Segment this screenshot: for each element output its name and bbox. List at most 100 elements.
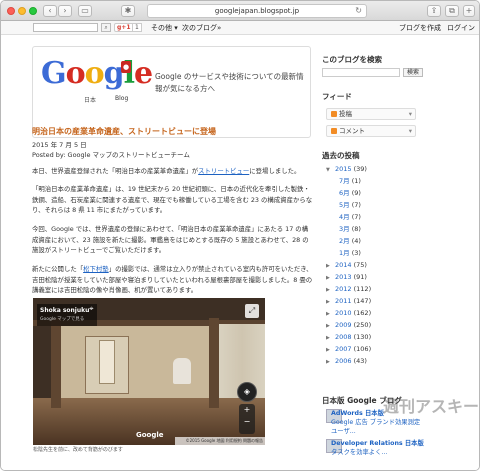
archive-label[interactable]: 2007 <box>335 345 352 353</box>
archive-month-item[interactable]: 5月 (7) <box>339 200 361 210</box>
back-button[interactable]: ‹ <box>43 5 57 17</box>
post-title[interactable]: 明治日本の産業革命遺産、ストリートビューに登場 <box>32 126 216 137</box>
blog-list-item[interactable]: Developer Relations 日本版 タスクを効率よく... <box>331 439 424 457</box>
blog-desc[interactable]: タスクを効率よく... <box>331 448 424 457</box>
navbar-login-link[interactable]: ログイン <box>447 23 475 33</box>
gplus-button[interactable]: g+1 <box>114 23 134 32</box>
navbar-next-blog-link[interactable]: 次のブログ» <box>182 23 221 33</box>
archive-month-item[interactable]: 1月 (3) <box>339 248 361 258</box>
archive-count: (7) <box>351 201 361 209</box>
archive-label[interactable]: 2015 <box>335 165 352 173</box>
archive-year-item[interactable]: ▶ 2011 (147) <box>326 296 371 307</box>
blog-desc[interactable]: Google 広告 ブランド効果測定 <box>331 418 420 427</box>
browser-toolbar: ‹ › ▭ ✱ googlejapan.blogspot.jp ↻ ⇪ ⧉ + <box>1 1 479 21</box>
navbar-search-input[interactable] <box>33 23 98 32</box>
archive-label[interactable]: 2006 <box>335 357 352 365</box>
archive-label[interactable]: 2010 <box>335 309 352 317</box>
fullscreen-button[interactable]: ⤢ <box>245 304 259 318</box>
zoom-controls: + − <box>239 404 255 434</box>
triangle-right-icon[interactable]: ▶ <box>326 309 335 319</box>
archive-year-item[interactable]: ▶ 2014 (75) <box>326 260 367 271</box>
archive-year-item[interactable]: ▶ 2009 (250) <box>326 320 371 331</box>
blog-search-input[interactable] <box>322 68 400 77</box>
triangle-right-icon[interactable]: ▶ <box>326 345 335 355</box>
feed-posts-dropdown[interactable]: 投稿 ▾ <box>326 108 416 120</box>
minimize-window-button[interactable] <box>18 7 26 15</box>
navbar-search-button[interactable]: ⌕ <box>101 23 111 32</box>
p1-text-b: に登場しました。 <box>249 167 301 175</box>
archive-widget-title: 過去の投稿 <box>322 151 360 160</box>
archive-label[interactable]: 2009 <box>335 321 352 329</box>
archive-label[interactable]: 5月 <box>339 201 350 209</box>
archive-year-item[interactable]: ▶ 2010 (162) <box>326 308 371 319</box>
triangle-right-icon[interactable]: ▶ <box>326 273 335 283</box>
blog-desc[interactable]: ユーザ... <box>331 427 420 436</box>
archive-count: (162) <box>353 309 372 317</box>
navbar-create-blog-link[interactable]: ブログを作成 <box>399 23 441 33</box>
archive-month-item[interactable]: 2月 (4) <box>339 236 361 246</box>
blog-search-button[interactable]: 検索 <box>403 68 424 77</box>
hanging-scroll <box>99 340 115 384</box>
navbar-more-link[interactable]: その他 ▾ <box>151 23 178 33</box>
archive-count: (3) <box>351 249 361 257</box>
archive-year-item[interactable]: ▶ 2012 (112) <box>326 284 371 295</box>
shoka-sonjuku-link[interactable]: 松下村塾 <box>83 265 109 273</box>
triangle-right-icon[interactable]: ▶ <box>326 285 335 295</box>
archive-label[interactable]: 2008 <box>335 333 352 341</box>
streetview-embed[interactable]: Shoka sonjuku Google マップで見る ⌖ ⤢ ◈ + − Go… <box>33 298 265 445</box>
new-tab-button[interactable]: + <box>463 5 475 17</box>
archive-month-item[interactable]: 6月 (9) <box>339 188 361 198</box>
share-button[interactable]: ⇪ <box>427 5 441 17</box>
triangle-right-icon[interactable]: ▶ <box>326 333 335 343</box>
archive-month-item[interactable]: 7月 (1) <box>339 176 361 186</box>
sidebar-toggle-button[interactable]: ▭ <box>78 5 92 17</box>
blog-name[interactable]: Developer Relations 日本版 <box>331 439 424 448</box>
p1-text-a: 本日、世界遺産登録された「明治日本の産業革命遺産」が <box>32 167 199 175</box>
archive-label[interactable]: 2014 <box>335 261 352 269</box>
compass-icon[interactable]: ◈ <box>237 382 257 402</box>
triangle-right-icon[interactable]: ▶ <box>326 357 335 367</box>
archive-year-item[interactable]: ▶ 2013 (91) <box>326 272 367 283</box>
browser-window: ‹ › ▭ ✱ googlejapan.blogspot.jp ↻ ⇪ ⧉ + … <box>0 0 480 471</box>
chevron-down-icon: ▾ <box>408 127 412 135</box>
archive-label[interactable]: 4月 <box>339 213 350 221</box>
archive-month-item[interactable]: 3月 (8) <box>339 224 361 234</box>
japan-flag-icon: ● <box>121 61 131 73</box>
triangle-right-icon[interactable]: ▶ <box>326 321 335 331</box>
fullscreen-icon: ⤢ <box>248 306 256 315</box>
archive-count: (9) <box>351 189 361 197</box>
zoom-out-button[interactable]: − <box>239 416 255 428</box>
triangle-down-icon[interactable]: ▼ <box>326 165 335 175</box>
extension-button[interactable]: ✱ <box>121 5 135 17</box>
triangle-right-icon[interactable]: ▶ <box>326 261 335 271</box>
feed-comments-dropdown[interactable]: コメント ▾ <box>326 125 416 137</box>
logo-sub-japan: 日本 <box>84 97 97 104</box>
address-bar[interactable]: googlejapan.blogspot.jp ↻ <box>147 4 367 18</box>
streetview-place-card[interactable]: Shoka sonjuku Google マップで見る <box>37 304 97 326</box>
archive-label[interactable]: 7月 <box>339 177 350 185</box>
reload-icon[interactable]: ↻ <box>355 5 362 17</box>
archive-label[interactable]: 2011 <box>335 297 352 305</box>
archive-year-item[interactable]: ▶ 2008 (130) <box>326 332 371 343</box>
archive-label[interactable]: 6月 <box>339 189 350 197</box>
forward-button[interactable]: › <box>58 5 72 17</box>
view-on-maps-link[interactable]: Google マップで見る <box>40 316 94 322</box>
archive-month-item[interactable]: 4月 (7) <box>339 212 361 222</box>
archive-label[interactable]: 1月 <box>339 249 350 257</box>
archive-label[interactable]: 2月 <box>339 237 350 245</box>
archive-year-item[interactable]: ▶ 2006 (43) <box>326 356 367 367</box>
archive-label[interactable]: 2012 <box>335 285 352 293</box>
streetview-link[interactable]: ストリートビュー <box>198 167 249 175</box>
archive-label[interactable]: 2013 <box>335 273 352 281</box>
archive-year-item[interactable]: ▶ 2007 (106) <box>326 344 371 355</box>
tabs-button[interactable]: ⧉ <box>445 5 459 17</box>
triangle-right-icon[interactable]: ▶ <box>326 297 335 307</box>
puzzle-icon: ✱ <box>124 6 132 15</box>
zoom-window-button[interactable] <box>29 7 37 15</box>
archive-label[interactable]: 3月 <box>339 225 350 233</box>
archive-year-item[interactable]: ▼ 2015 (39) <box>326 164 367 175</box>
zoom-in-button[interactable]: + <box>239 404 255 416</box>
wooden-post <box>209 318 219 408</box>
close-window-button[interactable] <box>7 7 15 15</box>
google-logo[interactable]: Google <box>41 57 153 91</box>
